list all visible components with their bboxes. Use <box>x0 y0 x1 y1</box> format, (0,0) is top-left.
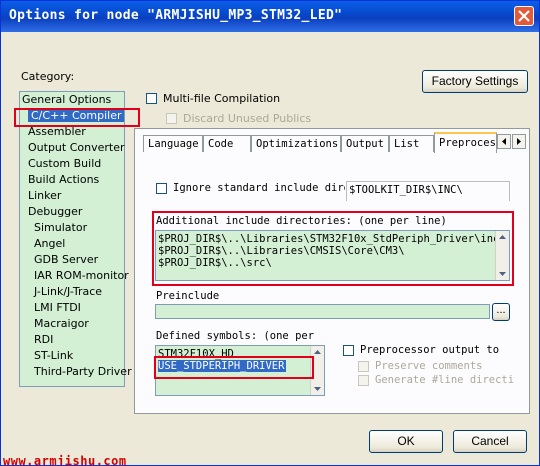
discard-unused-checkbox <box>166 113 177 124</box>
highlight-box-includes <box>152 211 514 286</box>
preinclude-label: Preinclude <box>156 290 220 302</box>
tab-output[interactable]: Output <box>341 135 389 152</box>
category-item-debugger[interactable]: Debugger <box>28 205 82 218</box>
category-item-build-actions[interactable]: Build Actions <box>28 173 99 186</box>
factory-settings-button[interactable]: Factory Settings <box>422 70 528 93</box>
generate-line-label: Generate #line directiv <box>375 374 515 386</box>
multi-file-label: Multi-file Compilation <box>163 92 281 105</box>
category-item-gdb-server[interactable]: GDB Server <box>34 253 98 266</box>
category-item-macraigor[interactable]: Macraigor <box>34 317 89 330</box>
generate-line-checkbox <box>358 375 369 386</box>
category-label: Category: <box>21 70 75 83</box>
close-icon <box>518 10 530 22</box>
tab-scroll-right-button[interactable] <box>512 134 526 149</box>
options-dialog: Options for node "ARMJISHU_MP3_STM32_LED… <box>0 0 540 466</box>
category-item-custom-build[interactable]: Custom Build <box>28 157 101 170</box>
highlight-box-category <box>14 108 140 127</box>
discard-unused-label: Discard Unused Publics <box>183 112 312 125</box>
window-title: Options for node "ARMJISHU_MP3_STM32_LED… <box>9 8 343 23</box>
tab-optimizations[interactable]: Optimizations <box>251 135 341 152</box>
preinclude-browse-button[interactable]: ... <box>492 303 510 321</box>
highlight-box-defined <box>154 356 314 379</box>
category-item-rdi[interactable]: RDI <box>34 333 53 346</box>
tab-language[interactable]: Language <box>143 135 203 152</box>
toolkit-dir-field: $TOOLKIT_DIR$\INC\ <box>346 181 510 201</box>
category-item-iar-rom-monitor[interactable]: IAR ROM-monitor <box>34 269 129 282</box>
arrow-right-icon <box>517 138 521 145</box>
category-item-lmi-ftdi[interactable]: LMI FTDI <box>34 301 81 314</box>
category-item-jlink-jtrace[interactable]: J-Link/J-Trace <box>34 285 102 298</box>
close-button[interactable] <box>514 6 534 26</box>
category-item-linker[interactable]: Linker <box>28 189 61 202</box>
tab-code[interactable]: Code <box>203 135 251 152</box>
category-item-general-options[interactable]: General Options <box>22 93 111 106</box>
category-item-simulator[interactable]: Simulator <box>34 221 87 234</box>
arrow-left-icon <box>502 138 506 145</box>
title-bar: Options for node "ARMJISHU_MP3_STM32_LED… <box>1 1 539 32</box>
preserve-comments-checkbox <box>358 361 369 372</box>
category-item-output-converter[interactable]: Output Converter <box>28 141 125 154</box>
watermark-url: www.armjishu.com <box>3 454 127 466</box>
preserve-comments-label: Preserve comments <box>375 360 483 372</box>
category-item-st-link[interactable]: ST-Link <box>34 349 73 362</box>
multi-file-checkbox[interactable] <box>146 93 157 104</box>
preprocessor-output-checkbox[interactable] <box>343 345 354 356</box>
defined-symbols-label: Defined symbols: (one per <box>156 330 315 342</box>
category-item-angel[interactable]: Angel <box>34 237 65 250</box>
ignore-standard-include-checkbox[interactable] <box>156 183 167 194</box>
tab-preprocessor[interactable]: Preproces <box>434 132 497 153</box>
ignore-standard-include-label: Ignore standard include direc <box>173 182 345 194</box>
tab-list[interactable]: List <box>389 135 434 152</box>
category-list[interactable]: General Options C/C++ Compiler Assembler… <box>19 91 132 387</box>
cancel-button[interactable]: Cancel <box>453 430 527 453</box>
category-item-third-party-driver[interactable]: Third-Party Driver <box>34 365 132 378</box>
preinclude-field[interactable] <box>155 304 490 319</box>
tab-scroll-left-button[interactable] <box>497 134 511 149</box>
preprocessor-output-label: Preprocessor output to <box>360 344 500 356</box>
ok-button[interactable]: OK <box>369 430 443 453</box>
